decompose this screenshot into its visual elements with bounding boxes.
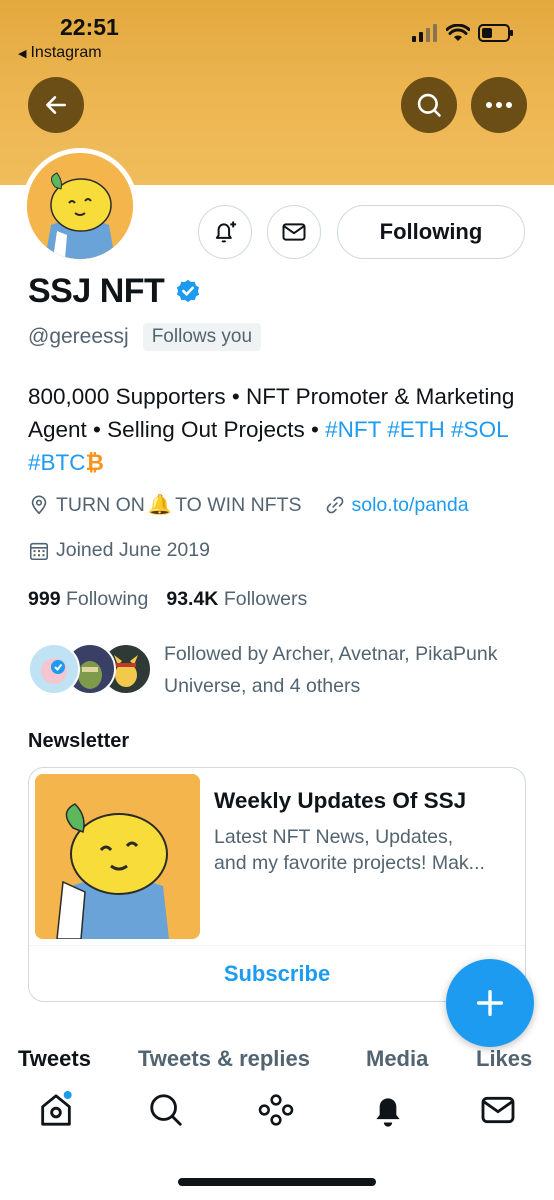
- followers-count: 93.4K: [166, 588, 219, 610]
- spaces-icon: [258, 1094, 294, 1126]
- tab-media[interactable]: Media: [366, 1046, 428, 1072]
- bell-emoji: 🔔: [147, 494, 173, 516]
- hashtag-sol[interactable]: #SOL: [451, 417, 508, 442]
- avatar: [28, 643, 80, 695]
- arrow-left-icon: [46, 96, 66, 114]
- bell-plus-icon: [215, 221, 237, 243]
- nav-notifications[interactable]: [366, 1088, 410, 1132]
- bell-icon: [376, 1098, 400, 1127]
- newsletter-desc-line: and my favorite projects! Mak...: [214, 852, 485, 874]
- website-link[interactable]: solo.to/panda: [352, 494, 469, 517]
- tab-tweets[interactable]: Tweets: [18, 1046, 91, 1072]
- following-count: 999: [28, 588, 61, 610]
- bitcoin-symbol: ₿: [85, 450, 104, 475]
- newsletter-section-label: Newsletter: [28, 730, 130, 752]
- followed-by-avatars[interactable]: [28, 643, 152, 695]
- search-icon: [417, 93, 441, 117]
- compose-tweet-button[interactable]: [446, 959, 534, 1047]
- location-text-before: TURN ON: [56, 493, 145, 516]
- profile-handle: @gereessj: [28, 325, 129, 348]
- battery-icon: [478, 24, 513, 42]
- signal-icon: [412, 24, 437, 42]
- status-time: 22:51: [60, 14, 119, 40]
- home-icon: [41, 1091, 72, 1126]
- nav-explore[interactable]: [144, 1088, 188, 1132]
- location-pin-icon: [31, 495, 47, 515]
- lemon-character-icon: [27, 153, 133, 259]
- follows-you-badge: Follows you: [142, 323, 262, 351]
- back-to-app[interactable]: ◀ Instagram: [18, 44, 102, 62]
- newsletter-image: [35, 774, 200, 939]
- wifi-icon: [446, 24, 470, 41]
- envelope-icon: [481, 1096, 515, 1124]
- back-triangle-icon: ◀: [18, 47, 27, 60]
- tab-likes[interactable]: Likes: [476, 1046, 532, 1072]
- location-text-after: TO WIN NFTS: [175, 493, 302, 516]
- lemon-character-icon: [35, 774, 200, 939]
- followers-count-link[interactable]: 93.4K Followers: [166, 588, 307, 611]
- envelope-icon: [282, 223, 306, 241]
- back-app-label: Instagram: [30, 44, 102, 61]
- tab-tweets-replies[interactable]: Tweets & replies: [138, 1046, 310, 1072]
- more-dots-icon: [486, 102, 512, 108]
- following-button[interactable]: Following: [337, 205, 525, 259]
- nav-messages[interactable]: [476, 1088, 520, 1132]
- hashtag-nft[interactable]: #NFT: [325, 417, 381, 442]
- profile-avatar[interactable]: [22, 148, 138, 264]
- hashtag-eth[interactable]: #ETH: [387, 417, 445, 442]
- hashtag-btc[interactable]: #BTC: [28, 450, 86, 475]
- more-button[interactable]: [471, 77, 527, 133]
- followers-label: Followers: [223, 588, 308, 610]
- notifications-subscribe-button[interactable]: [198, 205, 252, 259]
- joined-date: Joined June 2019: [56, 539, 210, 561]
- verified-badge-icon: [177, 279, 200, 302]
- back-button[interactable]: [28, 77, 84, 133]
- nav-home[interactable]: [34, 1088, 78, 1132]
- status-icons: [412, 24, 514, 42]
- search-button[interactable]: [401, 77, 457, 133]
- followed-by-text[interactable]: Followed by Archer, Avetnar, PikaPunk Un…: [164, 638, 534, 702]
- newsletter-title: Weekly Updates Of SSJ: [214, 788, 467, 813]
- profile-bio: 800,000 Supporters • NFT Promoter & Mark…: [28, 380, 528, 479]
- search-icon: [150, 1094, 182, 1126]
- newsletter-card[interactable]: Weekly Updates Of SSJ Latest NFT News, U…: [28, 767, 526, 1002]
- newsletter-description: Latest NFT News, Updates, and my favorit…: [214, 824, 514, 876]
- plus-icon: [476, 989, 504, 1017]
- newsletter-desc-line: Latest NFT News, Updates,: [214, 826, 454, 848]
- link-icon: [326, 496, 343, 514]
- following-label: Following: [65, 588, 149, 610]
- calendar-icon: [29, 542, 49, 560]
- message-button[interactable]: [267, 205, 321, 259]
- nav-spaces[interactable]: [254, 1088, 298, 1132]
- home-indicator: [178, 1178, 376, 1186]
- profile-tabs: Tweets Tweets & replies Media Likes: [0, 1040, 554, 1074]
- profile-name: SSJ NFT: [28, 272, 165, 310]
- following-count-link[interactable]: 999 Following: [28, 588, 148, 611]
